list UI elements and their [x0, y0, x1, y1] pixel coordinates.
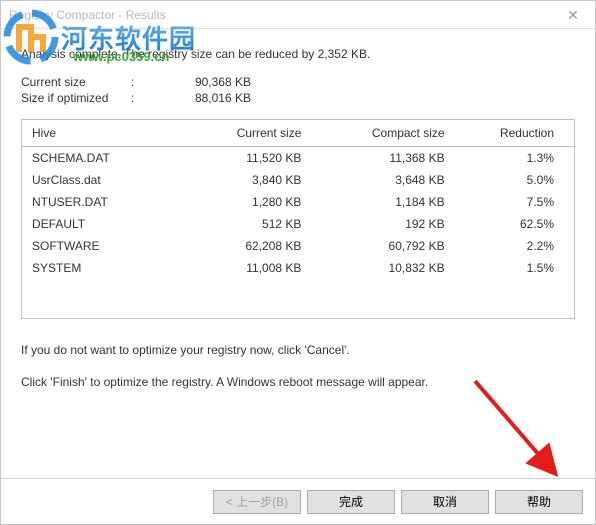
cell-reduction: 2.2%: [465, 235, 574, 257]
cell-hive: DEFAULT: [22, 213, 178, 235]
cell-current: 512 KB: [178, 213, 321, 235]
finish-button[interactable]: 完成: [307, 490, 395, 514]
cell-compact: 10,832 KB: [321, 257, 464, 279]
dialog-window: Registry Compactor - Results ✕ Analysis …: [0, 0, 596, 525]
cell-hive: UsrClass.dat: [22, 169, 178, 191]
table-row[interactable]: NTUSER.DAT1,280 KB1,184 KB7.5%: [22, 191, 574, 213]
help-button[interactable]: 帮助: [495, 490, 583, 514]
stat-current-label: Current size: [21, 75, 131, 89]
cell-current: 3,840 KB: [178, 169, 321, 191]
table-row[interactable]: SYSTEM11,008 KB10,832 KB1.5%: [22, 257, 574, 279]
header-current: Current size: [178, 120, 321, 147]
cell-reduction: 5.0%: [465, 169, 574, 191]
table-header-row: Hive Current size Compact size Reduction: [22, 120, 574, 147]
cell-reduction: 1.5%: [465, 257, 574, 279]
results-table-container: Hive Current size Compact size Reduction…: [21, 119, 575, 319]
cell-current: 11,008 KB: [178, 257, 321, 279]
table-row[interactable]: DEFAULT512 KB192 KB62.5%: [22, 213, 574, 235]
cell-compact: 11,368 KB: [321, 147, 464, 170]
colon: :: [131, 75, 161, 89]
close-icon: ✕: [567, 7, 579, 24]
close-button[interactable]: ✕: [551, 1, 595, 29]
cell-hive: NTUSER.DAT: [22, 191, 178, 213]
button-bar: < 上一步(B) 完成 取消 帮助: [1, 478, 595, 524]
cell-hive: SOFTWARE: [22, 235, 178, 257]
cell-current: 1,280 KB: [178, 191, 321, 213]
stat-current-value: 90,368 KB: [161, 75, 251, 89]
cell-current: 62,208 KB: [178, 235, 321, 257]
results-table: Hive Current size Compact size Reduction…: [22, 120, 574, 279]
cell-current: 11,520 KB: [178, 147, 321, 170]
stat-optimized-value: 88,016 KB: [161, 91, 251, 105]
table-row[interactable]: SOFTWARE62,208 KB60,792 KB2.2%: [22, 235, 574, 257]
cancel-button[interactable]: 取消: [401, 490, 489, 514]
cell-compact: 3,648 KB: [321, 169, 464, 191]
hint-block: If you do not want to optimize your regi…: [21, 341, 575, 391]
content-area: Analysis complete. The registry size can…: [1, 29, 595, 415]
header-compact: Compact size: [321, 120, 464, 147]
stat-current-row: Current size : 90,368 KB: [21, 75, 575, 89]
back-button: < 上一步(B): [213, 490, 301, 514]
summary-text: Analysis complete. The registry size can…: [21, 47, 575, 61]
cell-hive: SYSTEM: [22, 257, 178, 279]
titlebar: Registry Compactor - Results ✕: [1, 1, 595, 29]
table-row[interactable]: SCHEMA.DAT11,520 KB11,368 KB1.3%: [22, 147, 574, 170]
stat-optimized-row: Size if optimized : 88,016 KB: [21, 91, 575, 105]
colon: :: [131, 91, 161, 105]
hint-finish: Click 'Finish' to optimize the registry.…: [21, 373, 575, 391]
cell-compact: 60,792 KB: [321, 235, 464, 257]
stat-optimized-label: Size if optimized: [21, 91, 131, 105]
cell-compact: 192 KB: [321, 213, 464, 235]
window-title: Registry Compactor - Results: [9, 8, 166, 22]
header-hive: Hive: [22, 120, 178, 147]
cell-reduction: 7.5%: [465, 191, 574, 213]
cell-reduction: 62.5%: [465, 213, 574, 235]
table-row[interactable]: UsrClass.dat3,840 KB3,648 KB5.0%: [22, 169, 574, 191]
cell-reduction: 1.3%: [465, 147, 574, 170]
cell-hive: SCHEMA.DAT: [22, 147, 178, 170]
hint-cancel: If you do not want to optimize your regi…: [21, 341, 575, 359]
cell-compact: 1,184 KB: [321, 191, 464, 213]
header-reduction: Reduction: [465, 120, 574, 147]
